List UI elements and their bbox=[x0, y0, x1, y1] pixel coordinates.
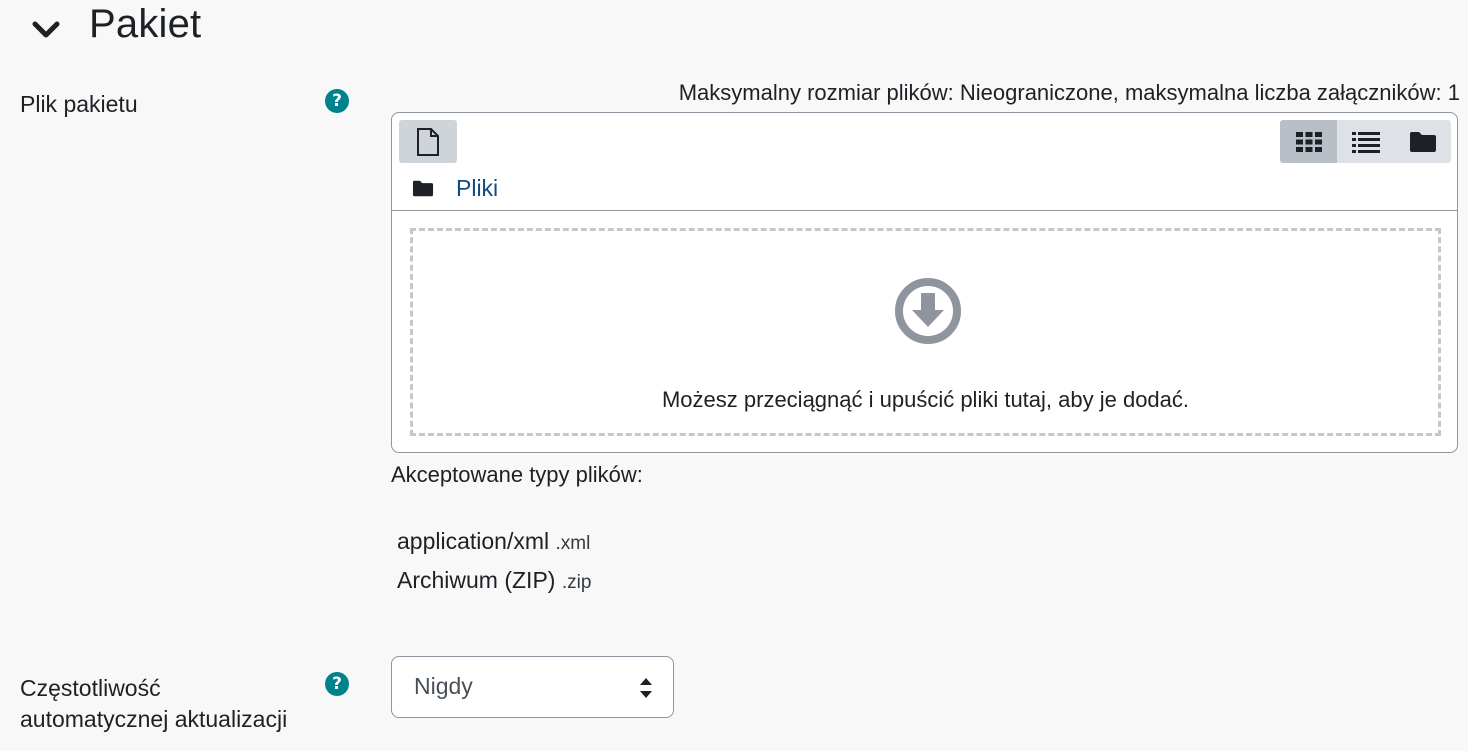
divider bbox=[392, 210, 1457, 211]
drop-zone[interactable]: Możesz przeciągnąć i upuścić pliki tutaj… bbox=[410, 228, 1441, 436]
update-frequency-label: Częstotliwość automatycznej aktualizacji bbox=[20, 673, 287, 735]
drop-zone-text: Możesz przeciągnąć i upuścić pliki tutaj… bbox=[661, 387, 1190, 412]
update-frequency-label-line1: Częstotliwość bbox=[20, 675, 161, 701]
update-frequency-selected: Nigdy bbox=[414, 673, 473, 699]
view-tree-button[interactable] bbox=[1394, 120, 1451, 163]
update-frequency-select[interactable]: Nigdy bbox=[391, 656, 674, 718]
file-manager: Pliki Możesz przeciągnąć i upuścić pliki… bbox=[391, 112, 1458, 453]
add-file-button[interactable] bbox=[399, 120, 457, 163]
accepted-type-name: Archiwum (ZIP) bbox=[397, 567, 556, 593]
question-circle-icon[interactable]: ? bbox=[325, 89, 349, 113]
page: Pakiet Plik pakietu ? Maksymalny rozmiar… bbox=[0, 0, 1468, 751]
breadcrumb-files-link[interactable]: Pliki bbox=[456, 175, 498, 202]
folder-icon bbox=[412, 180, 434, 197]
question-circle-icon[interactable]: ? bbox=[325, 672, 349, 696]
accepted-type-ext: .xml bbox=[555, 533, 591, 554]
max-file-info: Maksymalny rozmiar plików: Nieograniczon… bbox=[678, 80, 1460, 105]
download-circle-icon bbox=[895, 278, 961, 344]
file-icon bbox=[417, 127, 439, 156]
grid-icon bbox=[1295, 131, 1322, 152]
breadcrumb: Pliki bbox=[412, 175, 498, 202]
folder-icon bbox=[1409, 131, 1436, 152]
section-collapse-toggle[interactable] bbox=[30, 16, 62, 44]
view-details-button[interactable] bbox=[1337, 120, 1394, 163]
accepted-type-item: application/xml .xml bbox=[397, 528, 590, 555]
accepted-type-ext: .zip bbox=[561, 572, 592, 593]
accepted-type-item: Archiwum (ZIP) .zip bbox=[397, 567, 591, 594]
section-title: Pakiet bbox=[89, 2, 202, 46]
sort-caret-icon bbox=[640, 678, 652, 698]
chevron-down-icon bbox=[32, 21, 60, 38]
list-icon bbox=[1351, 131, 1380, 153]
accepted-types-title: Akceptowane typy plików: bbox=[391, 462, 643, 487]
view-icons-button[interactable] bbox=[1280, 120, 1337, 163]
accepted-type-name: application/xml bbox=[397, 528, 550, 554]
view-switcher bbox=[1280, 120, 1451, 163]
update-frequency-label-line2: automatycznej aktualizacji bbox=[20, 706, 288, 732]
package-file-label: Plik pakietu bbox=[20, 91, 138, 117]
